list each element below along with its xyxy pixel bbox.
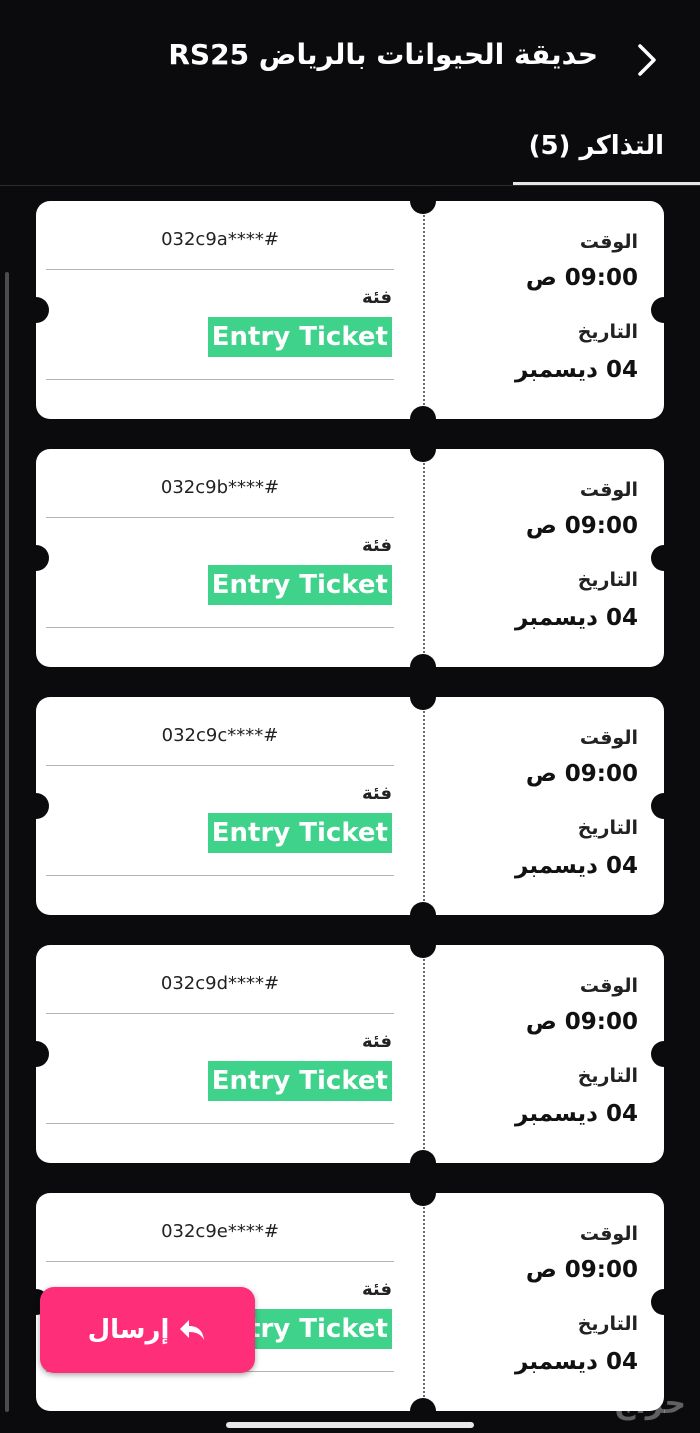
category-badge: Entry Ticket [207,1061,392,1101]
ticket-code: 032c9e****# [161,1221,279,1242]
time-label: الوقت [579,231,638,253]
ticket-details: الوقت 09:00 ص التاريخ 04 ديسمبر [438,945,638,1163]
ticket-card[interactable]: الوقت 09:00 ص التاريخ 04 ديسمبر 032c9a**… [23,188,677,432]
ticket-notch [410,932,436,958]
category-label: فئة [361,1279,392,1300]
category-badge: Entry Ticket [207,565,392,605]
tab-label: التذاكر (5) [528,131,664,161]
ticket-screen: حديقة الحيوانات بالرياض RS25 التذاكر (5)… [0,0,700,1433]
ticket-code: 032c9a****# [161,229,279,250]
send-label: إرسال [87,1315,170,1345]
time-label: الوقت [579,1223,638,1245]
date-value: 04 ديسمبر [515,853,638,879]
ticket-card[interactable]: الوقت 09:00 ص التاريخ 04 ديسمبر 032c9d**… [23,932,677,1176]
ticket-details: الوقت 09:00 ص التاريخ 04 ديسمبر [438,449,638,667]
ticket-notch [410,902,436,928]
category-label: فئة [361,535,392,556]
divider [46,875,394,876]
ticket-notch [410,1150,436,1176]
divider [46,1261,394,1262]
time-label: الوقت [579,975,638,997]
reply-arrow-icon [180,1320,205,1340]
date-value: 04 ديسمبر [515,1101,638,1127]
ticket-info: 032c9d****# فئة Entry Ticket [46,945,394,1163]
category-label: فئة [361,1031,392,1052]
time-value: 09:00 ص [525,265,638,291]
date-label: التاريخ [577,321,638,343]
ticket-details: الوقت 09:00 ص التاريخ 04 ديسمبر [438,1193,638,1411]
time-value: 09:00 ص [525,1257,638,1283]
divider [46,517,394,518]
divider [46,1123,394,1124]
category-label: فئة [361,287,392,308]
ticket-perforation [423,215,425,405]
category-badge: Entry Ticket [207,317,392,357]
ticket-notch [410,1180,436,1206]
page-title: حديقة الحيوانات بالرياض RS25 [168,38,598,71]
tab-tickets[interactable]: التذاكر (5) [513,110,700,185]
divider [46,1013,394,1014]
ticket-perforation [423,711,425,901]
ticket-notch [410,654,436,680]
ticket-info: 032c9c****# فئة Entry Ticket [46,697,394,915]
ticket-perforation [423,1207,425,1397]
ticket-code: 032c9c****# [161,725,279,746]
category-badge: Entry Ticket [207,813,392,853]
ticket-info: 032c9a****# فئة Entry Ticket [46,201,394,419]
tabs-bar: التذاكر (5) [0,110,700,186]
ticket-notch [651,793,677,819]
watermark-logo: حراج [613,1386,686,1421]
time-label: الوقت [579,479,638,501]
ticket-notch [410,684,436,710]
ticket-notch [410,1398,436,1424]
category-label: فئة [361,783,392,804]
scrollbar[interactable] [5,272,9,1412]
divider [46,627,394,628]
divider [46,269,394,270]
chevron-right-icon [638,44,656,76]
ticket-perforation [423,463,425,653]
date-value: 04 ديسمبر [515,605,638,631]
ticket-list: الوقت 09:00 ص التاريخ 04 ديسمبر 032c9a**… [23,188,677,1424]
ticket-notch [410,406,436,432]
ticket-card[interactable]: الوقت 09:00 ص التاريخ 04 ديسمبر 032c9c**… [23,684,677,928]
ticket-notch [410,436,436,462]
ticket-details: الوقت 09:00 ص التاريخ 04 ديسمبر [438,201,638,419]
time-label: الوقت [579,727,638,749]
send-button[interactable]: إرسال [40,1287,255,1373]
ticket-details: الوقت 09:00 ص التاريخ 04 ديسمبر [438,697,638,915]
date-label: التاريخ [577,569,638,591]
time-value: 09:00 ص [525,761,638,787]
date-label: التاريخ [577,1313,638,1335]
ticket-code: 032c9b****# [160,477,280,498]
ticket-notch [651,545,677,571]
ticket-notch [651,1041,677,1067]
home-indicator[interactable] [226,1422,474,1428]
divider [46,765,394,766]
ticket-code: 032c9d****# [160,973,280,994]
ticket-notch [651,297,677,323]
divider [46,379,394,380]
time-value: 09:00 ص [525,513,638,539]
date-value: 04 ديسمبر [515,1349,638,1375]
date-value: 04 ديسمبر [515,357,638,383]
back-button[interactable] [632,40,662,80]
header: حديقة الحيوانات بالرياض RS25 التذاكر (5) [0,0,700,186]
ticket-notch [651,1289,677,1315]
date-label: التاريخ [577,817,638,839]
ticket-card[interactable]: الوقت 09:00 ص التاريخ 04 ديسمبر 032c9b**… [23,436,677,680]
ticket-notch [410,188,436,214]
ticket-info: 032c9b****# فئة Entry Ticket [46,449,394,667]
ticket-perforation [423,959,425,1149]
date-label: التاريخ [577,1065,638,1087]
time-value: 09:00 ص [525,1009,638,1035]
